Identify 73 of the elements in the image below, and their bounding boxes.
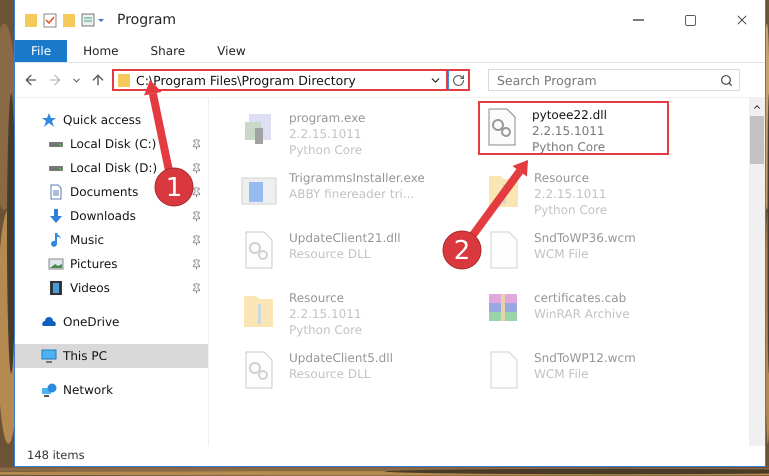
ribbon-tab[interactable]: Home [67,40,135,62]
pin-icon[interactable] [191,138,202,150]
file-detail: Python Core [534,202,608,218]
file-detail: Resource DLL [289,366,372,382]
file-detail: 2.2.15.1011 [289,126,363,142]
file-name: SndToWP12.wcm [534,350,636,366]
file-name: Resource [534,170,590,186]
file-name: SndToWP36.wcm [534,230,636,246]
nav-item[interactable]: Downloads [48,208,136,224]
nav-item[interactable]: Pictures [48,256,118,272]
ribbon-tab[interactable]: View [201,40,262,62]
file-name: TrigrammsInstaller.exe [289,170,425,186]
nav-item[interactable]: Local Disk (C:) [48,137,156,151]
refresh-button[interactable] [448,69,470,91]
videos-icon [48,280,64,296]
ribbon-tab[interactable]: File [15,40,68,62]
drive-icon [48,140,64,148]
refresh-icon [452,74,465,86]
file-name: pytoee22.dll [532,107,607,123]
pin-icon[interactable] [191,258,202,270]
nav-item[interactable]: OneDrive [41,314,120,330]
checklist-icon[interactable] [43,12,57,28]
file-name: UpdateClient5.dll [289,350,393,366]
pictures-icon [48,256,64,272]
search-field[interactable]: Search Program [488,69,740,91]
search-icon [720,74,733,86]
file-item[interactable]: pytoee22.dll 2.2.15.1011 Python Core [478,101,669,155]
file-detail: WCM File [534,366,590,382]
nav-item[interactable]: This PC [15,344,208,368]
nav-item[interactable]: Quick access [41,112,142,128]
file-detail: Resource DLL [289,246,372,262]
file-name: UpdateClient21.dll [289,230,401,246]
file-name: Resource [289,290,346,306]
pin-icon[interactable] [191,186,202,198]
minimize-icon [632,19,644,21]
nav-item[interactable]: Documents [48,184,138,200]
nav-item[interactable]: Music [48,232,104,248]
file-detail: ABBY finereader tri... [289,186,416,202]
monitor-icon [41,348,57,364]
window-title: Program [117,12,178,28]
drive-icon [48,164,64,172]
file-detail: Python Core [289,322,362,338]
document-icon [48,184,64,200]
address-bar[interactable]: C:\Program Files\Program Directory [112,69,448,91]
file-detail: WCM File [534,246,590,262]
pin-icon[interactable] [191,234,202,246]
file-name: program.exe [289,110,366,126]
ribbon-tab[interactable]: Share [134,40,202,62]
file-detail: Python Core [532,139,606,155]
item-count: 148 items [26,447,86,464]
file-detail: 2.2.15.1011 [289,306,362,322]
star-icon [41,112,57,128]
network-icon [41,382,57,398]
file-name: certificates.cab [534,290,628,306]
scrollbar[interactable] [749,98,765,446]
nav-item[interactable]: Videos [48,280,110,296]
folder-icon [118,74,130,86]
music-icon [48,232,64,248]
file-detail: 2.2.15.1011 [534,186,608,202]
nav-item[interactable]: Network [41,382,114,398]
nav-item[interactable]: Local Disk (D:) [48,161,158,175]
file-detail: WinRAR Archive [534,306,630,322]
download-icon [48,208,64,224]
file-detail: Python Core [289,142,364,158]
file-detail: 2.2.15.1011 [532,123,606,139]
folder-icon [25,13,37,27]
scrollbar-thumb[interactable] [750,116,764,164]
maximize-icon [684,14,696,26]
pin-icon[interactable] [191,210,202,222]
properties-icon[interactable] [81,13,105,27]
number-badge: 2 [442,230,482,270]
pin-icon[interactable] [191,282,202,294]
pin-icon[interactable] [191,162,202,174]
